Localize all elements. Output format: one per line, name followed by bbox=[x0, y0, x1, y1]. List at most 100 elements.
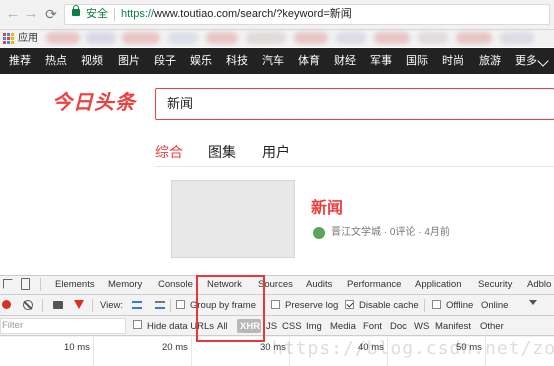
nav-item-images[interactable]: 图片 bbox=[118, 48, 140, 74]
url-divider bbox=[114, 8, 115, 21]
type-filter-doc[interactable]: Doc bbox=[390, 321, 407, 333]
divider bbox=[42, 299, 43, 312]
type-filter-other[interactable]: Other bbox=[480, 321, 504, 333]
type-filter-font[interactable]: Font bbox=[363, 321, 382, 333]
filter-placeholder[interactable]: Filter bbox=[2, 320, 23, 332]
blurred-bookmark[interactable] bbox=[456, 32, 492, 44]
url-text[interactable]: https://www.toutiao.com/search/?keyword=… bbox=[121, 7, 352, 21]
tab-gallery[interactable]: 图集 bbox=[208, 143, 236, 161]
throttle-select[interactable]: Online bbox=[481, 300, 508, 312]
bookmark-apps-label[interactable]: 应用 bbox=[18, 33, 38, 44]
blurred-bookmark[interactable] bbox=[206, 32, 238, 44]
divider bbox=[92, 299, 93, 312]
nav-item-international[interactable]: 国际 bbox=[406, 48, 428, 74]
offline-checkbox[interactable] bbox=[432, 300, 441, 309]
chevron-down-icon[interactable] bbox=[529, 300, 537, 305]
meta-separator: · bbox=[381, 227, 390, 238]
disable-cache-label[interactable]: Disable cache bbox=[359, 300, 419, 312]
timeline-tick-label: 20 ms bbox=[162, 342, 188, 353]
lock-icon bbox=[72, 5, 80, 16]
nav-item-jokes[interactable]: 段子 bbox=[154, 48, 176, 74]
timeline-gridline bbox=[93, 337, 94, 366]
apps-grid-icon[interactable] bbox=[3, 33, 14, 44]
result-title-link[interactable]: 新闻 bbox=[311, 199, 343, 219]
security-label: 安全 bbox=[86, 8, 108, 20]
tab-application[interactable]: Application bbox=[415, 279, 461, 291]
tab-performance[interactable]: Performance bbox=[347, 279, 401, 291]
type-filter-css[interactable]: CSS bbox=[282, 321, 302, 333]
divider bbox=[424, 299, 425, 312]
tab-elements[interactable]: Elements bbox=[55, 279, 95, 291]
tab-users[interactable]: 用户 bbox=[262, 143, 290, 161]
tab-audits[interactable]: Audits bbox=[306, 279, 332, 291]
blurred-bookmark[interactable] bbox=[46, 32, 80, 44]
nav-item-military[interactable]: 军事 bbox=[370, 48, 392, 74]
url-host-path: www.toutiao.com/search/?keyword=新闻 bbox=[154, 8, 352, 20]
nav-item-finance[interactable]: 财经 bbox=[334, 48, 356, 74]
result-comments[interactable]: 0评论 bbox=[390, 227, 416, 238]
inspect-cursor-icon[interactable] bbox=[3, 279, 13, 289]
blurred-bookmark[interactable] bbox=[294, 32, 328, 44]
nav-item-hot[interactable]: 热点 bbox=[45, 48, 67, 74]
overview-icon[interactable] bbox=[155, 301, 165, 309]
type-filter-manifest[interactable]: Manifest bbox=[435, 321, 471, 333]
nav-item-recommend[interactable]: 推荐 bbox=[9, 48, 31, 74]
annotation-highlight-box bbox=[196, 275, 265, 342]
blurred-bookmark[interactable] bbox=[168, 32, 198, 44]
nav-item-fashion[interactable]: 时尚 bbox=[442, 48, 464, 74]
timeline-gridline bbox=[191, 337, 192, 366]
blurred-bookmark[interactable] bbox=[246, 32, 286, 44]
large-rows-icon[interactable] bbox=[132, 301, 142, 309]
blurred-bookmark[interactable] bbox=[374, 32, 410, 44]
disable-cache-checkbox[interactable] bbox=[345, 300, 354, 309]
blurred-bookmark[interactable] bbox=[418, 32, 448, 44]
nav-item-tech[interactable]: 科技 bbox=[226, 48, 248, 74]
nav-item-more[interactable]: 更多 bbox=[515, 48, 537, 74]
tab-adblock[interactable]: Adblo bbox=[527, 279, 551, 291]
result-age: 4月前 bbox=[424, 227, 450, 238]
divider bbox=[40, 278, 41, 291]
type-filter-img[interactable]: Img bbox=[306, 321, 322, 333]
nav-item-entertainment[interactable]: 娱乐 bbox=[190, 48, 212, 74]
nav-item-travel[interactable]: 旅游 bbox=[479, 48, 501, 74]
blurred-bookmark[interactable] bbox=[336, 32, 366, 44]
blurred-bookmark[interactable] bbox=[86, 32, 116, 44]
tab-security[interactable]: Security bbox=[478, 279, 512, 291]
preserve-log-checkbox[interactable] bbox=[271, 300, 280, 309]
blurred-bookmark[interactable] bbox=[122, 32, 160, 44]
source-avatar-icon[interactable] bbox=[313, 227, 325, 239]
tab-console[interactable]: Console bbox=[158, 279, 193, 291]
result-thumbnail[interactable] bbox=[171, 180, 295, 258]
blurred-bookmark[interactable] bbox=[500, 32, 534, 44]
type-filter-js[interactable]: JS bbox=[266, 321, 277, 333]
url-protocol: https:// bbox=[121, 8, 155, 20]
tabs-divider bbox=[155, 166, 554, 167]
offline-label[interactable]: Offline bbox=[446, 300, 473, 312]
search-input[interactable] bbox=[155, 88, 554, 120]
tab-memory[interactable]: Memory bbox=[108, 279, 142, 291]
result-source[interactable]: 晋江文学城 bbox=[331, 227, 381, 238]
divider bbox=[170, 299, 171, 312]
nav-item-sports[interactable]: 体育 bbox=[298, 48, 320, 74]
hide-data-urls-checkbox[interactable] bbox=[133, 320, 142, 329]
device-toolbar-icon[interactable] bbox=[21, 278, 30, 290]
screenshot-camera-icon[interactable] bbox=[53, 301, 63, 309]
clear-icon[interactable] bbox=[23, 300, 33, 310]
meta-separator: · bbox=[415, 227, 425, 238]
filter-funnel-icon[interactable] bbox=[74, 300, 84, 309]
tab-all[interactable]: 综合 bbox=[155, 143, 183, 161]
record-icon[interactable] bbox=[2, 300, 11, 309]
forward-arrow-icon[interactable]: → bbox=[22, 5, 40, 23]
reload-icon[interactable]: ⟳ bbox=[42, 5, 60, 23]
watermark: https://blog.csdn.net/zorlan bbox=[272, 338, 554, 359]
type-filter-media[interactable]: Media bbox=[330, 321, 356, 333]
nav-item-cars[interactable]: 汽车 bbox=[262, 48, 284, 74]
site-logo[interactable]: 今日头条 bbox=[52, 90, 136, 116]
type-filter-ws[interactable]: WS bbox=[414, 321, 429, 333]
view-label: View: bbox=[100, 300, 124, 311]
search-input-value[interactable]: 新闻 bbox=[167, 96, 193, 112]
preserve-log-label[interactable]: Preserve log bbox=[285, 300, 338, 312]
back-arrow-icon[interactable]: ← bbox=[4, 5, 22, 23]
nav-item-video[interactable]: 视频 bbox=[81, 48, 103, 74]
group-by-frame-checkbox[interactable] bbox=[176, 300, 185, 309]
